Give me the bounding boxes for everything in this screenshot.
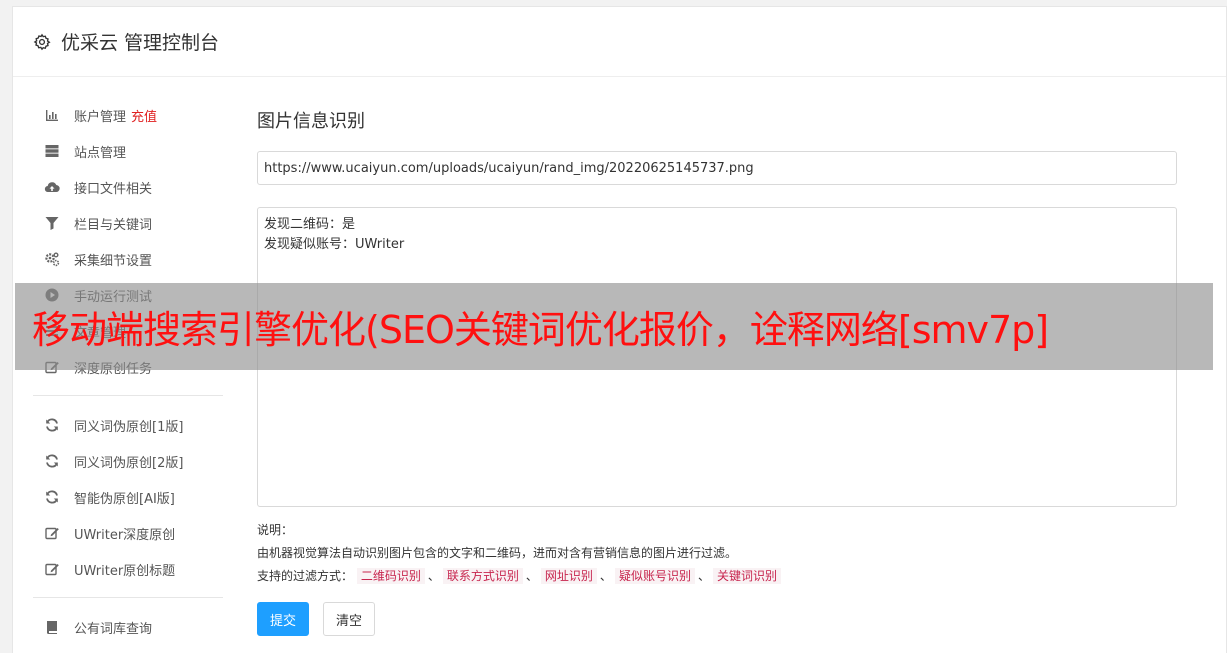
note-label: 说明： — [257, 523, 294, 537]
sidebar-item[interactable]: 采集细节设置 — [33, 241, 223, 277]
refresh-icon — [44, 489, 60, 505]
sidebar-item-label: 站点管理 — [74, 145, 127, 161]
sidebar: 账户管理充值站点管理接口文件相关栏目与关键词采集细节设置手动运行测试文章管理深度… — [33, 97, 223, 645]
server-icon — [44, 143, 60, 159]
filter-separator: 、 — [427, 569, 440, 583]
button-row: 提交 清空 — [257, 602, 1177, 636]
cloud-upload-icon — [44, 179, 60, 195]
main-panel: 图片信息识别 发现二维码：是 发现疑似账号：UWriter 说明： 由机器视觉算… — [257, 107, 1177, 636]
sidebar-item[interactable]: 接口文件相关 — [33, 169, 223, 205]
refresh-icon — [44, 453, 60, 469]
sidebar-item-label: 同义词伪原创[2版] — [74, 455, 184, 471]
sidebar-item-label: 智能伪原创[AI版] — [74, 491, 175, 507]
bar-chart-icon — [44, 107, 60, 123]
sidebar-item[interactable]: 同义词伪原创[1版] — [33, 407, 223, 443]
book-icon — [44, 619, 60, 635]
filter-tag: 关键词识别 — [712, 568, 781, 584]
sidebar-divider — [33, 395, 223, 396]
filter-separator: 、 — [525, 569, 538, 583]
section-title: 图片信息识别 — [257, 111, 365, 132]
filter-label: 支持的过滤方式： — [257, 569, 354, 583]
recharge-link[interactable]: 充值 — [131, 106, 157, 125]
sidebar-item[interactable]: 栏目与关键词 — [33, 205, 223, 241]
description: 说明： 由机器视觉算法自动识别图片包含的文字和二维码，进而对含有营销信息的图片进… — [257, 519, 1177, 588]
sidebar-item[interactable]: 同义词伪原创[2版] — [33, 443, 223, 479]
sidebar-item-label: UWriter深度原创 — [74, 527, 176, 543]
refresh-icon — [44, 417, 60, 433]
cogs-icon — [44, 251, 60, 267]
sidebar-item[interactable]: 站点管理 — [33, 133, 223, 169]
note-desc: 由机器视觉算法自动识别图片包含的文字和二维码，进而对含有营销信息的图片进行过滤。 — [257, 546, 738, 560]
sidebar-item[interactable]: UWriter原创标题 — [33, 551, 223, 587]
sidebar-item-label: UWriter原创标题 — [74, 563, 176, 579]
sidebar-item-label: 同义词伪原创[1版] — [74, 419, 184, 435]
sidebar-item[interactable]: UWriter深度原创 — [33, 515, 223, 551]
sidebar-item-label: 公有词库查询 — [74, 621, 153, 637]
filter-separator: 、 — [697, 569, 710, 583]
sidebar-item[interactable]: 智能伪原创[AI版] — [33, 479, 223, 515]
watermark-banner: 移动端搜索引擎优化(SEO关键词优化报价，诠释网络[smv7p] — [15, 283, 1213, 370]
console-header: 优采云 管理控制台 — [13, 7, 1226, 77]
sidebar-item[interactable]: 账户管理 充值 — [33, 97, 223, 133]
page-title: 优采云 管理控制台 — [61, 32, 220, 54]
sidebar-item-label: 接口文件相关 — [74, 181, 153, 197]
clear-button[interactable]: 清空 — [323, 602, 376, 636]
filter-tag: 网址识别 — [540, 568, 597, 584]
banner-text: 移动端搜索引擎优化(SEO关键词优化报价，诠释网络[smv7p] — [32, 308, 1049, 352]
sidebar-item-label: 栏目与关键词 — [74, 217, 153, 233]
filter-tag: 疑似账号识别 — [614, 568, 695, 584]
sidebar-divider — [33, 597, 223, 598]
filter-tag: 联系方式识别 — [442, 568, 523, 584]
edit-icon — [44, 561, 60, 577]
sidebar-item[interactable]: 公有词库查询 — [33, 609, 223, 645]
submit-button[interactable]: 提交 — [257, 602, 310, 636]
sidebar-item-label: 账户管理 — [74, 109, 127, 125]
gear-icon — [33, 33, 51, 50]
filter-icon — [44, 215, 60, 231]
image-url-input[interactable] — [257, 151, 1177, 185]
filter-separator: 、 — [599, 569, 612, 583]
sidebar-item-label: 采集细节设置 — [74, 253, 153, 269]
filter-tag: 二维码识别 — [356, 568, 425, 584]
edit-icon — [44, 525, 60, 541]
filter-list: 支持的过滤方式： 二维码识别、联系方式识别、网址识别、疑似账号识别、关键词识别 — [257, 565, 1177, 588]
